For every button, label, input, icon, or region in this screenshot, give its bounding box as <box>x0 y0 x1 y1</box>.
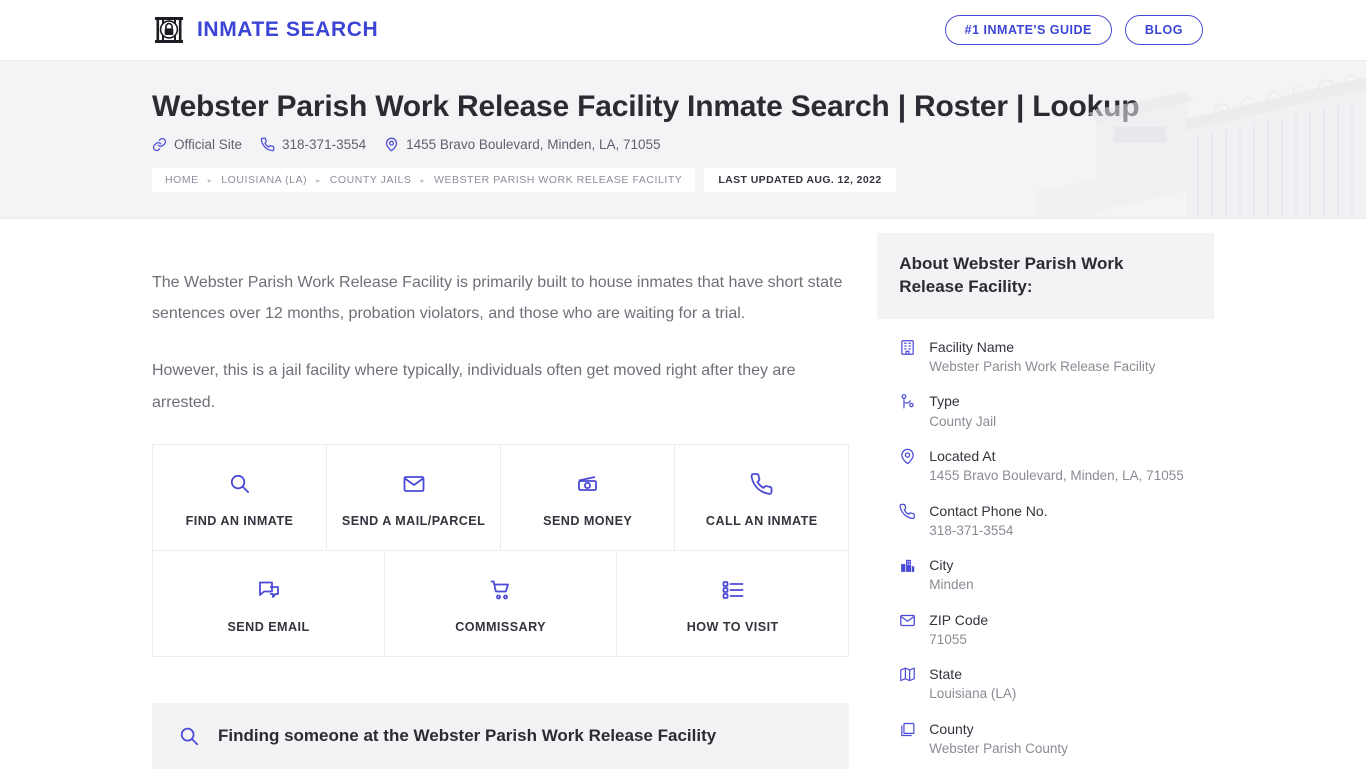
breadcrumb-row: HOME ▸ LOUISIANA (LA) ▸ COUNTY JAILS ▸ W… <box>152 168 1366 192</box>
phone-icon <box>260 137 275 152</box>
chevron-right-icon: ▸ <box>207 175 213 185</box>
facility-phone[interactable]: 318-371-3554 <box>260 137 366 152</box>
header-actions: #1 INMATE'S GUIDE BLOG <box>944 14 1203 46</box>
section-title: Finding someone at the Webster Parish Wo… <box>218 725 717 745</box>
info-row-county: County Webster Parish County <box>899 719 1192 760</box>
finding-someone-section-header: Finding someone at the Webster Parish Wo… <box>152 702 850 769</box>
info-label: Type <box>929 393 960 410</box>
tile-label: FIND AN INMATE <box>185 513 294 528</box>
city-icon <box>899 555 917 596</box>
tile-send-money[interactable]: SEND MONEY <box>501 444 676 550</box>
breadcrumb: HOME ▸ LOUISIANA (LA) ▸ COUNTY JAILS ▸ W… <box>152 168 696 192</box>
info-row-state: State Louisiana (LA) <box>899 664 1192 705</box>
tile-send-email[interactable]: SEND EMAIL <box>153 550 386 656</box>
breadcrumb-item-county-jails[interactable]: COUNTY JAILS <box>330 174 412 186</box>
info-label: City <box>929 557 954 574</box>
info-row-zip-code: ZIP Code 71055 <box>899 610 1192 651</box>
tile-label: COMMISSARY <box>455 619 547 634</box>
info-row-type: Type County Jail <box>899 391 1192 432</box>
facility-address-label: 1455 Bravo Boulevard, Minden, LA, 71055 <box>406 137 661 152</box>
main-column: The Webster Parish Work Release Facility… <box>152 219 850 773</box>
jail-lock-icon <box>152 13 186 47</box>
facility-meta: Official Site 318-371-3554 1455 Bravo Bo… <box>152 137 1366 152</box>
breadcrumb-item-louisiana[interactable]: LOUISIANA (LA) <box>221 174 307 186</box>
tile-label: SEND MONEY <box>543 513 633 528</box>
info-value: 1455 Bravo Boulevard, Minden, LA, 71055 <box>929 468 1184 484</box>
phone-icon <box>899 501 917 542</box>
breadcrumb-item-home[interactable]: HOME <box>165 174 199 186</box>
info-value: 71055 <box>929 631 967 647</box>
tile-commissary[interactable]: COMMISSARY <box>385 550 618 656</box>
page-title: Webster Parish Work Release Facility Inm… <box>152 90 1140 123</box>
official-site-label: Official Site <box>174 137 243 152</box>
action-tiles: FIND AN INMATE SEND A MAIL/PARCEL SEND M… <box>152 443 850 657</box>
info-label: State <box>929 666 962 683</box>
phone-icon <box>750 471 774 497</box>
shopping-cart-icon <box>489 577 513 603</box>
map-icon <box>899 664 917 705</box>
about-card-title: About Webster Parish Work Release Facili… <box>877 233 1214 319</box>
official-site-link[interactable]: Official Site <box>152 137 242 152</box>
info-label: Facility Name <box>929 338 1015 355</box>
building-icon <box>899 337 917 378</box>
envelope-icon <box>402 471 426 497</box>
tile-how-to-visit[interactable]: HOW TO VISIT <box>617 550 849 656</box>
action-tiles-row-1: FIND AN INMATE SEND A MAIL/PARCEL SEND M… <box>153 444 849 551</box>
tile-find-an-inmate[interactable]: FIND AN INMATE <box>153 444 328 550</box>
tile-call-an-inmate[interactable]: CALL AN INMATE <box>675 444 849 550</box>
info-label: ZIP Code <box>929 611 989 628</box>
hero-banner: Webster Parish Work Release Facility Inm… <box>0 61 1366 219</box>
banknote-icon <box>576 471 600 497</box>
search-icon <box>228 471 251 497</box>
info-value: Louisiana (LA) <box>929 686 1017 702</box>
list-icon <box>721 577 745 603</box>
tile-send-a-mail-parcel[interactable]: SEND A MAIL/PARCEL <box>327 444 502 550</box>
search-icon <box>178 725 200 747</box>
site-header: INMATE SEARCH #1 INMATE'S GUIDE BLOG <box>0 0 1366 61</box>
blog-button[interactable]: BLOG <box>1124 14 1203 46</box>
intro-paragraph-2: However, this is a jail facility where t… <box>152 362 796 411</box>
chevron-right-icon: ▸ <box>316 175 321 185</box>
tile-label: HOW TO VISIT <box>686 619 779 634</box>
page-body: The Webster Parish Work Release Facility… <box>0 219 1366 773</box>
link-icon <box>152 137 167 152</box>
chevron-right-icon: ▸ <box>420 175 426 185</box>
sidebar: About Webster Parish Work Release Facili… <box>877 219 1214 773</box>
facility-info-list: Facility Name Webster Parish Work Releas… <box>877 319 1214 759</box>
info-value: County Jail <box>929 413 997 429</box>
tile-label: SEND EMAIL <box>227 619 310 634</box>
action-tiles-row-2: SEND EMAIL COMMISSARY HOW TO VISIT <box>153 550 849 657</box>
brand-logo[interactable]: INMATE SEARCH <box>152 13 378 47</box>
info-label: Located At <box>929 447 996 464</box>
info-value: Webster Parish Work Release Facility <box>929 359 1156 375</box>
info-row-contact-phone: Contact Phone No. 318-371-3554 <box>899 501 1192 542</box>
info-value: Minden <box>929 577 974 593</box>
facility-phone-label: 318-371-3554 <box>282 137 367 152</box>
node-branch-icon <box>899 391 917 432</box>
info-label: Contact Phone No. <box>929 502 1048 519</box>
info-value: 318-371-3554 <box>929 522 1014 538</box>
layers-icon <box>899 719 917 760</box>
info-row-city: City Minden <box>899 555 1192 596</box>
envelope-icon <box>899 610 917 651</box>
map-pin-icon <box>899 446 917 487</box>
info-row-located-at: Located At 1455 Bravo Boulevard, Minden,… <box>899 446 1192 487</box>
facility-address: 1455 Bravo Boulevard, Minden, LA, 71055 <box>384 137 661 152</box>
info-row-facility-name: Facility Name Webster Parish Work Releas… <box>899 337 1192 378</box>
info-value: Webster Parish County <box>929 741 1068 756</box>
intro-paragraph-1: The Webster Parish Work Release Facility… <box>152 274 843 323</box>
map-pin-icon <box>384 137 399 152</box>
tile-label: CALL AN INMATE <box>705 513 818 528</box>
breadcrumb-item-current: WEBSTER PARISH WORK RELEASE FACILITY <box>434 174 683 186</box>
info-label: County <box>929 720 974 737</box>
tile-label: SEND A MAIL/PARCEL <box>341 513 486 528</box>
inmates-guide-button[interactable]: #1 INMATE'S GUIDE <box>944 14 1112 46</box>
brand-name: INMATE SEARCH <box>197 18 379 41</box>
chat-bubbles-icon <box>257 577 281 603</box>
last-updated-badge: LAST UPDATED AUG. 12, 2022 <box>704 168 896 192</box>
about-card: About Webster Parish Work Release Facili… <box>877 233 1214 760</box>
